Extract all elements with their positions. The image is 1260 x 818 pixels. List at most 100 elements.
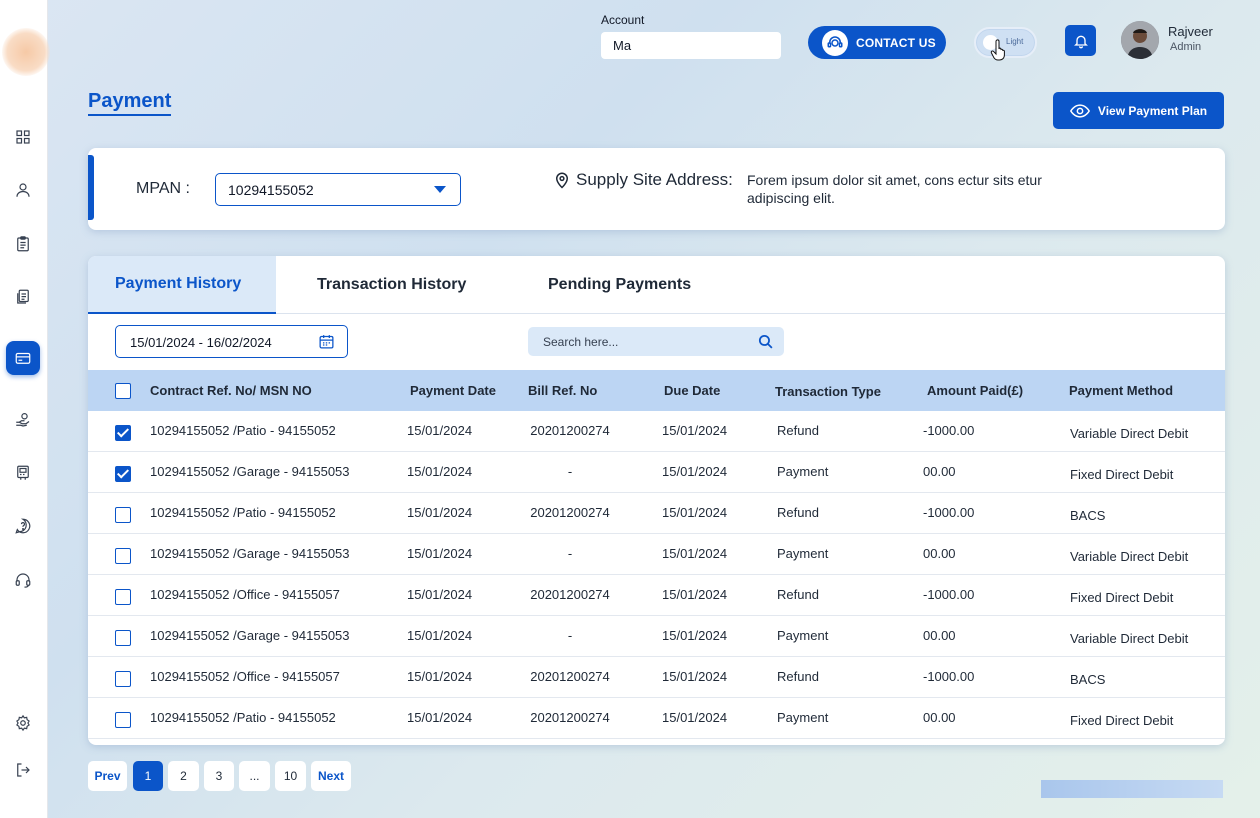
contact-us-button[interactable]: CONTACT US (808, 26, 946, 59)
hand-coin-icon (16, 413, 30, 427)
user-name: Rajveer (1168, 24, 1213, 39)
row-checkbox[interactable] (115, 589, 131, 605)
amount-paid-cell: 00.00 (923, 628, 956, 643)
notifications-button[interactable] (1065, 25, 1096, 56)
sidebar-item-support[interactable] (6, 563, 40, 597)
date-range-picker[interactable]: 15/01/2024 - 16/02/2024 (115, 325, 348, 358)
location-pin-icon (555, 172, 569, 189)
tab-pending-payments[interactable]: Pending Payments (548, 256, 748, 314)
search-icon[interactable] (757, 333, 774, 350)
search-field[interactable] (528, 327, 784, 356)
row-checkbox[interactable] (115, 548, 131, 564)
grid-icon (16, 130, 30, 144)
contract-ref-cell: 10294155052 /Garage - 94155053 (150, 628, 350, 643)
due-date-cell: 15/01/2024 (662, 546, 728, 561)
search-input[interactable] (528, 334, 757, 349)
payment-date-cell: 15/01/2024 (407, 464, 473, 479)
table-row[interactable]: 10294155052 /Garage - 94155053 15/01/2024… (88, 534, 1225, 575)
pagination-prev[interactable]: Prev (88, 761, 127, 791)
avatar[interactable] (1121, 21, 1159, 59)
sidebar-item-meter[interactable] (6, 456, 40, 490)
table-header: Contract Ref. No/ MSN NO Payment Date Bi… (88, 370, 1225, 411)
mpan-value: 10294155052 (228, 182, 314, 198)
due-date-cell: 15/01/2024 (662, 628, 728, 643)
pagination-next[interactable]: Next (311, 761, 351, 791)
pagination-ellipsis: ... (239, 761, 270, 791)
supply-site-value: Forem ipsum dolor sit amet, cons ectur s… (747, 172, 1042, 206)
mpan-card: MPAN : 10294155052 Supply Site Address: … (88, 148, 1225, 230)
payment-date-cell: 15/01/2024 (407, 587, 473, 602)
sidebar-item-documents[interactable] (6, 280, 40, 314)
transaction-type-cell: Payment (777, 464, 829, 479)
row-checkbox[interactable] (115, 630, 131, 646)
table-row[interactable]: 10294155052 /Patio - 94155052 15/01/2024 2… (88, 698, 1225, 739)
contract-ref-cell: 10294155052 /Garage - 94155053 (150, 464, 350, 479)
table-row[interactable]: 10294155052 /Office - 94155057 15/01/2024… (88, 575, 1225, 616)
payment-method-cell: Variable Direct Debit (1070, 549, 1189, 564)
amount-paid-cell: -1000.00 (923, 423, 975, 438)
pagination-page-3[interactable]: 3 (204, 761, 234, 791)
row-checkbox[interactable] (115, 671, 131, 687)
table-row[interactable]: 10294155052 /Garage - 94155053 15/01/2024… (88, 452, 1225, 493)
column-header[interactable]: Bill Ref. No (528, 383, 597, 398)
sidebar-item-help[interactable] (6, 509, 40, 543)
tab-transaction-history[interactable]: Transaction History (317, 256, 517, 314)
row-checkbox[interactable] (115, 425, 131, 441)
contract-ref-cell: 10294155052 /Office - 94155057 (150, 587, 340, 602)
table-row[interactable]: 10294155052 /Patio - 94155052 15/01/2024 2… (88, 493, 1225, 534)
column-header[interactable]: Amount Paid(£) (927, 383, 1023, 398)
bill-ref-cell: 20201200274 (530, 710, 610, 725)
mpan-select[interactable]: 10294155052 (215, 173, 461, 206)
sidebar-item-settings[interactable] (6, 706, 40, 740)
sidebar-item-profile[interactable] (6, 173, 40, 207)
due-date-cell: 15/01/2024 (662, 464, 728, 479)
transaction-type-cell: Payment (777, 710, 829, 725)
meter-icon (17, 465, 29, 480)
column-header[interactable]: Transaction Type (775, 384, 881, 399)
transaction-type-cell: Refund (777, 669, 819, 684)
logo (2, 28, 50, 76)
account-field[interactable] (601, 32, 781, 59)
transaction-type-cell: Payment (777, 628, 829, 643)
logout-icon (17, 763, 30, 777)
tab-payment-history[interactable]: Payment History (88, 256, 276, 314)
column-header[interactable]: Payment Method (1069, 383, 1173, 398)
table-row[interactable]: 10294155052 /Office - 94155057 15/01/2024… (88, 657, 1225, 698)
table-row[interactable]: 10294155052 /Garage - 94155053 15/01/2024… (88, 616, 1225, 657)
bill-ref-cell: - (567, 464, 573, 479)
pagination-page-10[interactable]: 10 (275, 761, 306, 791)
pagination-page-1[interactable]: 1 (133, 761, 163, 791)
sidebar-item-savings[interactable] (6, 403, 40, 437)
payment-method-cell: Fixed Direct Debit (1070, 590, 1174, 605)
contract-ref-cell: 10294155052 /Patio - 94155052 (150, 505, 336, 520)
pagination-page-2[interactable]: 2 (168, 761, 199, 791)
select-all-checkbox[interactable] (115, 383, 131, 399)
user-icon (16, 183, 30, 197)
table-row[interactable]: 10294155052 /Patio - 94155052 15/01/2024 2… (88, 411, 1225, 452)
settings-icon (16, 714, 30, 732)
row-checkbox[interactable] (115, 712, 131, 728)
pointer-hand-icon (990, 39, 1005, 61)
row-checkbox[interactable] (115, 507, 131, 523)
sidebar-item-dashboard[interactable] (6, 120, 40, 154)
payment-date-cell: 15/01/2024 (407, 669, 473, 684)
payment-method-cell: Variable Direct Debit (1070, 426, 1189, 441)
account-input[interactable] (601, 32, 781, 59)
view-payment-plan-button[interactable]: View Payment Plan (1053, 92, 1224, 129)
payment-date-cell: 15/01/2024 (407, 423, 473, 438)
theme-toggle[interactable]: Light (974, 27, 1037, 61)
column-header[interactable]: Payment Date (410, 383, 496, 398)
payment-date-cell: 15/01/2024 (407, 505, 473, 520)
sidebar-item-logout[interactable] (6, 753, 40, 787)
payment-method-cell: Fixed Direct Debit (1070, 713, 1174, 728)
column-header[interactable]: Due Date (664, 383, 720, 398)
sidebar-item-bills[interactable] (6, 227, 40, 261)
headset-icon (15, 573, 31, 588)
sidebar-item-payment[interactable] (6, 341, 40, 375)
row-checkbox[interactable] (115, 466, 131, 482)
due-date-cell: 15/01/2024 (662, 710, 728, 725)
due-date-cell: 15/01/2024 (662, 423, 728, 438)
transaction-type-cell: Refund (777, 423, 819, 438)
column-header[interactable]: Contract Ref. No/ MSN NO (150, 383, 312, 398)
payment-date-cell: 15/01/2024 (407, 546, 473, 561)
